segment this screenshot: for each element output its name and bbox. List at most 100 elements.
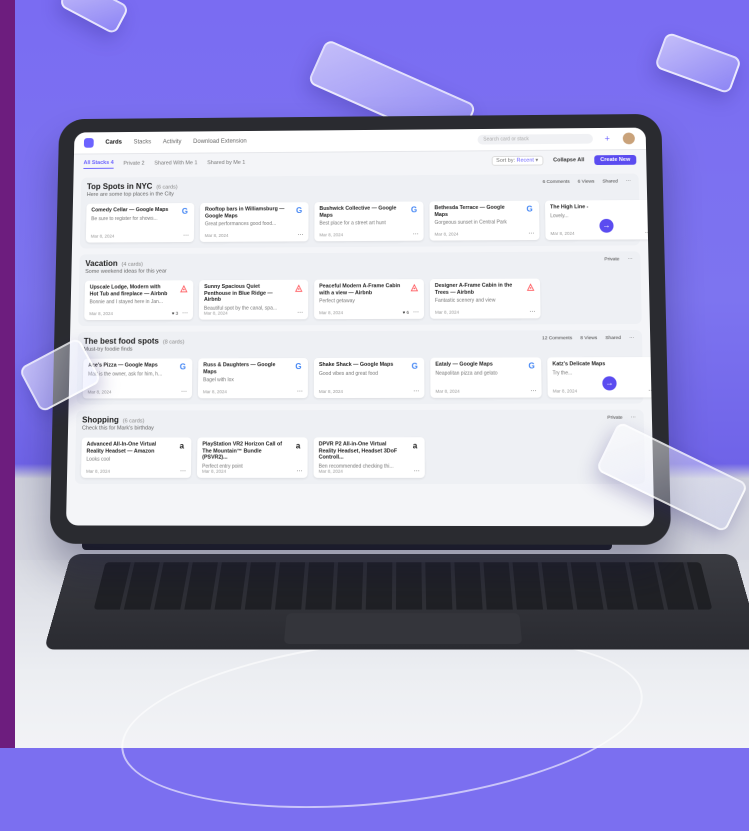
card-menu-icon[interactable]: ⋯ [181,388,187,395]
card[interactable]: DPVR P2 All-in-One Virtual Reality Heads… [313,437,425,478]
stack-meta-item[interactable]: 6 Views [578,180,595,185]
card[interactable]: PlayStation VR2 Horizon Call of The Moun… [196,437,308,478]
card-description: Looks cool [86,456,111,463]
google-icon: G [181,206,189,216]
card-menu-icon[interactable]: ⋯ [183,232,189,239]
nav-download-extension[interactable]: Download Extension [193,139,247,145]
trackpad [283,613,523,644]
card-title: Shake Shack — Google Maps [318,361,394,369]
card-title: DPVR P2 All-in-One Virtual Reality Heads… [318,441,398,461]
stack-meta-item[interactable]: Shared [605,336,621,341]
google-icon: G [295,362,302,372]
tab-shared-by-me[interactable]: Shared by Me 1 [207,160,245,166]
card-menu-icon[interactable]: ⋯ [414,468,420,475]
tab-all-stacks[interactable]: All Stacks 4 [83,159,114,169]
stack-title[interactable]: Shopping [82,415,119,424]
card[interactable]: Sunny Spacious Quiet Penthouse in Blue R… [198,279,309,320]
create-new-button[interactable]: Create New [594,154,637,166]
card-menu-icon[interactable]: ⋯ [528,230,534,237]
card-title: Rooftop bars in Williamsburg — Google Ma… [204,206,285,219]
card-date: Mar 8, 2024 [89,311,113,317]
amazon-icon: a [412,441,418,451]
card-description: Bagel with lox [203,377,234,384]
stack-meta-item[interactable]: 6 Comments [543,180,570,185]
card[interactable]: Bushwick Collective — Google Maps Best pl… [314,201,424,242]
card-like-count[interactable]: ♥ 3 [172,311,178,316]
search-input[interactable]: Search card or stack [477,133,593,145]
card-title: Peaceful Modern A-Frame Cabin with a vie… [319,283,401,296]
card[interactable]: Comedy Cellar — Google Maps Be sure to re… [85,202,195,243]
more-options-icon[interactable]: ⋯ [629,336,634,341]
stack-meta-item[interactable]: 8 Views [580,336,597,341]
tablet-screen: Cards Stacks Activity Download Extension… [65,127,655,527]
nav-stacks[interactable]: Stacks [134,140,152,146]
tab-private[interactable]: Private 2 [123,161,144,167]
card-title: Bethesda Terrace — Google Maps [434,204,505,218]
nav-activity[interactable]: Activity [163,139,182,145]
card[interactable]: Eataly — Google Maps Neapolitan pizza and… [430,357,542,398]
stack-title[interactable]: Vacation [85,259,117,268]
card-menu-icon[interactable]: ⋯ [296,468,302,475]
card-menu-icon[interactable]: ⋯ [298,232,304,239]
stack-description: Check this for Mark's birthday [81,425,154,432]
stack-meta-item[interactable]: Private [604,257,619,262]
card-menu-icon[interactable]: ⋯ [530,388,536,395]
card-title: Katz's Delicate Maps [552,361,606,368]
card-date: Mar 8, 2024 [86,468,111,474]
stack-meta-item[interactable]: Shared [602,180,618,185]
stacks-list: Top Spots in NYC (6 cards) Here are some t… [67,173,655,485]
card[interactable]: Peaceful Modern A-Frame Cabin with a vie… [314,279,425,320]
card-menu-icon[interactable]: ⋯ [645,229,651,236]
stack-meta: Private ⋯ [604,257,632,262]
card-description: Good vibes and great food [318,370,379,377]
card-menu-icon[interactable]: ⋯ [648,387,654,394]
card-menu-icon[interactable]: ⋯ [413,231,419,238]
stack-card-count: (8 cards) [162,339,185,346]
card[interactable]: Upscale Lodge, Modern with Hot Tub and f… [84,280,194,321]
stack-meta-item[interactable]: Private [607,416,622,421]
card-description: Matt is the owner, ask for him, h... [87,370,163,378]
card[interactable]: The High Line - Lovely... Mar 8, 2024 ⋯ [544,199,655,240]
airbnb-icon: ◬ [527,281,535,292]
keyboard [43,554,749,650]
card-menu-icon[interactable]: ⋯ [297,309,303,316]
card-row: Comedy Cellar — Google Maps Be sure to re… [85,199,655,243]
card[interactable]: Advanced All-In-One Virtual Reality Head… [80,437,192,478]
avatar[interactable] [621,131,636,146]
card[interactable]: Rooftop bars in Williamsburg — Google Ma… [199,202,309,242]
stack-filter-bar: All Stacks 4 Private 2 Shared With Me 1 … [74,150,647,174]
tab-shared-with-me[interactable]: Shared With Me 1 [154,160,197,166]
card-menu-icon[interactable]: ⋯ [182,310,188,317]
stack-description: Must-try foodie finds [83,346,133,353]
collapse-all-button[interactable]: Collapse All [553,157,584,163]
card-menu-icon[interactable]: ⋯ [180,468,186,475]
stack-title[interactable]: The best food spots [84,337,159,346]
card-menu-icon[interactable]: ⋯ [529,308,535,315]
card-description: Lovely... [550,212,569,219]
card-date: Mar 8, 2024 [318,388,343,395]
stack-section: Shopping (6 cards) Check this for Mark's b… [74,409,646,485]
card-menu-icon[interactable]: ⋯ [413,388,419,395]
card-menu-icon[interactable]: ⋯ [297,388,303,395]
card-like-count[interactable]: ♥ 6 [403,310,409,315]
card[interactable]: Designer A-Frame Cabin in the Trees — Ai… [429,278,541,319]
card[interactable]: Katz's Delicate Maps Try the... Mar 8, 202… [547,357,655,398]
next-arrow-icon[interactable]: → [602,376,617,391]
stack-title[interactable]: Top Spots in NYC [87,182,153,191]
add-icon[interactable]: + [605,134,610,144]
more-options-icon[interactable]: ⋯ [626,179,631,184]
card[interactable]: Russ & Daughters — Google Maps Bagel with… [197,358,308,399]
more-options-icon[interactable]: ⋯ [631,416,636,421]
nav-cards[interactable]: Cards [105,140,122,146]
card-row: Upscale Lodge, Modern with Hot Tub and f… [84,278,635,321]
card[interactable]: Shake Shack — Google Maps Good vibes and … [313,357,425,399]
stack-meta-item[interactable]: 12 Comments [542,336,572,341]
card-date: Mar 8, 2024 [435,388,460,394]
more-options-icon[interactable]: ⋯ [627,257,632,262]
card-date: Mar 8, 2024 [203,310,228,316]
card[interactable]: Bethesda Terrace — Google Maps Gorgeous s… [429,200,540,241]
card-date: Mar 8, 2024 [202,389,227,395]
card-menu-icon[interactable]: ⋯ [413,309,419,316]
sort-select[interactable]: Sort by: Recent ▾ [491,155,544,166]
next-arrow-icon[interactable]: → [599,218,614,233]
